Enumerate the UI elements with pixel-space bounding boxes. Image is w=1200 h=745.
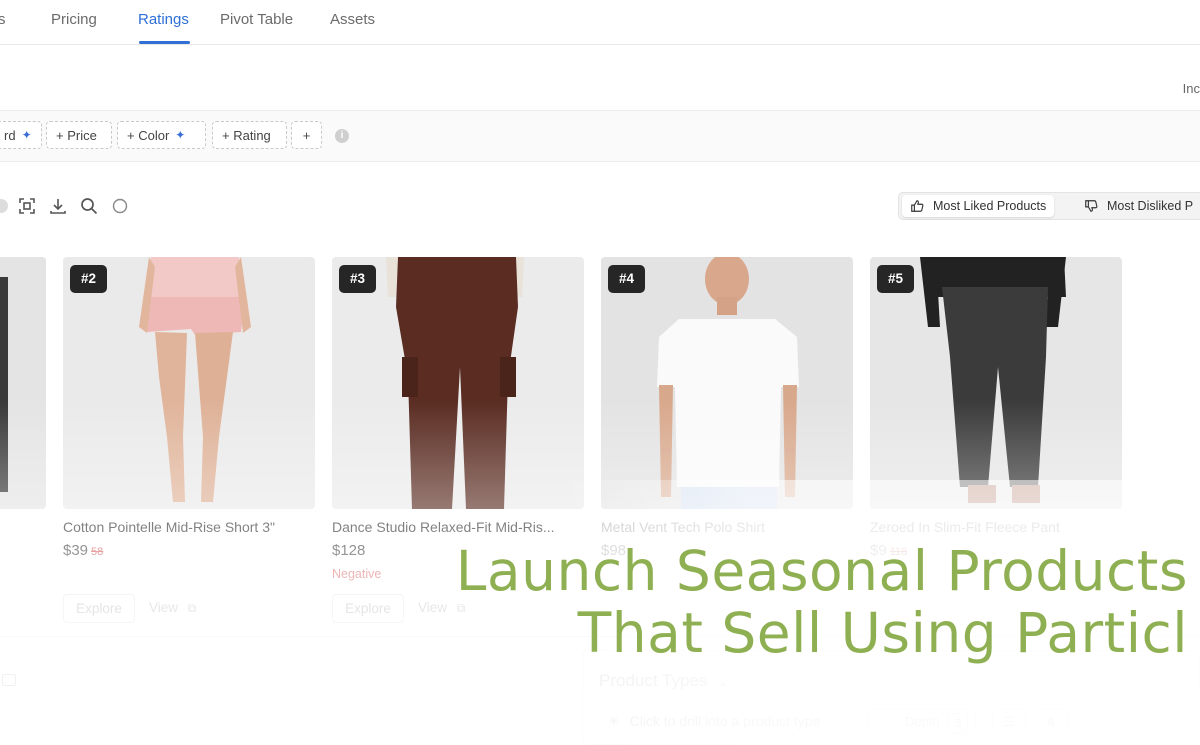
list-view-icon[interactable]: ☰ bbox=[992, 709, 1026, 735]
tree-view-icon[interactable]: ⋔ bbox=[1034, 709, 1068, 735]
product-image[interactable]: #2 bbox=[63, 257, 315, 509]
most-liked-button[interactable]: Most Liked Products bbox=[902, 195, 1055, 217]
external-link-icon: ⧉ bbox=[187, 601, 197, 615]
sparkle-icon: ✳ bbox=[608, 713, 620, 729]
chevron-down-icon: ⌄ bbox=[718, 675, 729, 689]
rank-badge: #3 bbox=[339, 265, 376, 293]
filter-bar: rd ✦ + Price + Color ✦ + Rating + i bbox=[0, 110, 1200, 162]
depth-value[interactable]: 3 bbox=[948, 713, 968, 733]
product-image[interactable]: #4 bbox=[601, 257, 853, 509]
depth-control[interactable]: Depth 3 bbox=[868, 709, 976, 735]
product-image[interactable]: #5 bbox=[870, 257, 1122, 509]
explore-button[interactable]: Explore bbox=[63, 594, 135, 623]
rank-badge: #4 bbox=[608, 265, 645, 293]
filter-chip-label: + Price bbox=[56, 127, 97, 143]
drill-hint-text: Click to drill into a product type bbox=[629, 713, 821, 729]
filter-chip-price[interactable]: + Price bbox=[46, 121, 112, 149]
product-photo bbox=[870, 257, 1122, 509]
download-icon[interactable] bbox=[49, 197, 67, 215]
add-filter-button[interactable]: + bbox=[291, 121, 322, 149]
most-liked-label: Most Liked Products bbox=[933, 199, 1047, 213]
current-price: $39 bbox=[63, 542, 89, 559]
filter-chip-color[interactable]: + Color ✦ bbox=[117, 121, 206, 149]
thumbs-up-icon bbox=[911, 200, 924, 212]
product-types-title[interactable]: Product Types ⌄ bbox=[599, 671, 728, 691]
thumbs-down-icon bbox=[1085, 200, 1098, 212]
product-price: $128 bbox=[332, 542, 365, 559]
expand-icon[interactable] bbox=[18, 197, 36, 215]
product-photo bbox=[0, 257, 46, 509]
liked-disliked-toggle: Most Liked Products Most Disliked P bbox=[898, 192, 1200, 220]
product-types-label: Product Types bbox=[599, 671, 708, 690]
sentiment-label: Negative bbox=[332, 567, 382, 581]
image-icon[interactable] bbox=[2, 674, 16, 686]
product-photo bbox=[332, 257, 584, 509]
product-price: $39 58 bbox=[63, 542, 103, 559]
tab-assets[interactable]: Assets bbox=[330, 11, 375, 28]
sparkle-icon: ✦ bbox=[21, 128, 32, 142]
headline-line-2: That Sell Using Particl bbox=[577, 601, 1188, 665]
filter-chip-label: + Color bbox=[127, 127, 170, 143]
most-disliked-button[interactable]: Most Disliked P bbox=[1076, 195, 1200, 217]
filter-chip-brand[interactable]: rd ✦ bbox=[0, 121, 42, 149]
circle-icon[interactable] bbox=[111, 197, 129, 215]
drill-hint: ✳ Click to drill into a product type bbox=[608, 713, 820, 730]
product-name[interactable]: Zeroed In Slim-Fit Fleece Pant bbox=[870, 519, 1060, 535]
rank-badge: #2 bbox=[70, 265, 107, 293]
active-tab-indicator bbox=[139, 41, 190, 44]
filter-chip-label: + Rating bbox=[222, 127, 271, 143]
filter-chip-label: rd bbox=[4, 127, 16, 143]
search-icon[interactable] bbox=[80, 197, 98, 215]
current-price: $128 bbox=[332, 542, 366, 559]
view-link[interactable]: View ⧉ bbox=[149, 600, 196, 616]
header-right-label: Inc bbox=[1182, 81, 1200, 96]
original-price: 58 bbox=[91, 546, 104, 558]
filter-chip-rating[interactable]: + Rating bbox=[212, 121, 287, 149]
headline-line-1: Launch Seasonal Products bbox=[455, 539, 1188, 603]
product-image[interactable]: #3 bbox=[332, 257, 584, 509]
product-name[interactable]: Dance Studio Relaxed-Fit Mid-Ris... bbox=[332, 519, 555, 535]
tab-pricing[interactable]: Pricing bbox=[51, 11, 97, 28]
explore-button[interactable]: Explore bbox=[332, 594, 404, 623]
promo-headline: Launch Seasonal Products That Sell Using… bbox=[456, 540, 1188, 664]
rank-badge: #5 bbox=[877, 265, 914, 293]
tab-ratings[interactable]: Ratings bbox=[138, 11, 189, 28]
product-photo bbox=[601, 257, 853, 509]
sparkle-icon: ✦ bbox=[175, 128, 186, 142]
filter-chip-label: + bbox=[302, 127, 311, 143]
product-photo bbox=[63, 257, 315, 509]
product-image[interactable] bbox=[0, 257, 46, 509]
product-name[interactable]: Metal Vent Tech Polo Shirt bbox=[601, 519, 765, 535]
product-name[interactable]: Cotton Pointelle Mid-Rise Short 3" bbox=[63, 519, 275, 535]
filter-icon[interactable] bbox=[0, 197, 10, 215]
tab-partial[interactable]: s bbox=[0, 11, 6, 28]
most-disliked-label: Most Disliked P bbox=[1107, 199, 1194, 213]
view-label: View bbox=[418, 600, 448, 615]
view-label: View bbox=[149, 600, 179, 615]
tab-pivot-table[interactable]: Pivot Table bbox=[220, 11, 293, 28]
depth-label: Depth bbox=[905, 714, 940, 729]
tab-bar: s Pricing Ratings Pivot Table Assets bbox=[0, 0, 1200, 45]
info-icon[interactable]: i bbox=[335, 129, 349, 143]
